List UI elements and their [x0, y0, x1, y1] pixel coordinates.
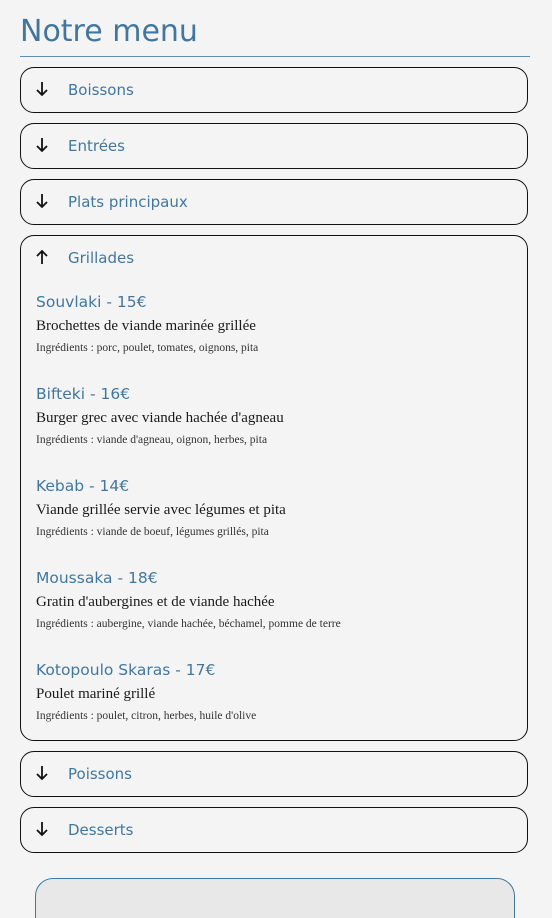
dish-name: Kebab - 14€ — [36, 477, 130, 495]
dish-item: Moussaka - 18€ Gratin d'aubergines et de… — [36, 568, 506, 632]
accordion-label: Grillades — [68, 249, 135, 267]
arrow-up-icon — [36, 249, 48, 264]
arrow-down-icon — [36, 194, 48, 209]
dish-name: Moussaka - 18€ — [36, 569, 158, 587]
dish-description: Burger grec avec viande hachée d'agneau — [36, 410, 284, 426]
accordion-boissons[interactable]: Boissons — [20, 67, 528, 113]
dish-ingredients: Ingrédients : poulet, citron, herbes, hu… — [36, 710, 257, 722]
accordion-label: Desserts — [68, 821, 134, 839]
bottom-card — [35, 878, 515, 918]
accordion-label: Boissons — [68, 81, 134, 99]
accordion-header-grillades[interactable]: Grillades — [21, 236, 527, 280]
accordion-poissons[interactable]: Poissons — [20, 751, 528, 797]
dish-description: Poulet mariné grillé — [36, 686, 156, 702]
dish-name: Souvlaki - 15€ — [36, 293, 147, 311]
accordion-label: Entrées — [68, 137, 125, 155]
accordion-header-boissons[interactable]: Boissons — [21, 68, 527, 112]
page-title: Notre menu — [20, 14, 198, 49]
arrow-down-icon — [36, 82, 48, 97]
accordion-header-entrees[interactable]: Entrées — [21, 124, 527, 168]
accordion-label: Plats principaux — [68, 193, 188, 211]
accordion-entrees[interactable]: Entrées — [20, 123, 528, 169]
arrow-down-icon — [36, 822, 48, 837]
dish-ingredients: Ingrédients : viande de boeuf, légumes g… — [36, 526, 269, 538]
dish-item: Kebab - 14€ Viande grillée servie avec l… — [36, 476, 506, 540]
dish-description: Brochettes de viande marinée grillée — [36, 318, 256, 334]
accordion-header-plats-principaux[interactable]: Plats principaux — [21, 180, 527, 224]
dish-item: Bifteki - 16€ Burger grec avec viande ha… — [36, 384, 506, 448]
accordion-header-poissons[interactable]: Poissons — [21, 752, 527, 796]
dish-name: Bifteki - 16€ — [36, 385, 131, 403]
arrow-down-icon — [36, 138, 48, 153]
accordion-grillades[interactable]: Grillades Souvlaki - 15€ Brochettes de v… — [20, 235, 528, 741]
title-divider — [20, 56, 530, 57]
dish-ingredients: Ingrédients : porc, poulet, tomates, oig… — [36, 342, 259, 354]
dish-ingredients: Ingrédients : viande d'agneau, oignon, h… — [36, 434, 268, 446]
dish-ingredients: Ingrédients : aubergine, viande hachée, … — [36, 618, 341, 630]
dish-description: Gratin d'aubergines et de viande hachée — [36, 594, 275, 610]
dish-item: Kotopoulo Skaras - 17€ Poulet mariné gri… — [36, 660, 506, 724]
accordion-plats-principaux[interactable]: Plats principaux — [20, 179, 528, 225]
accordion-desserts[interactable]: Desserts — [20, 807, 528, 853]
arrow-down-icon — [36, 766, 48, 781]
accordion-header-desserts[interactable]: Desserts — [21, 808, 527, 852]
dish-name: Kotopoulo Skaras - 17€ — [36, 661, 216, 679]
dish-description: Viande grillée servie avec légumes et pi… — [36, 502, 286, 518]
dish-item: Souvlaki - 15€ Brochettes de viande mari… — [36, 292, 506, 356]
accordion-label: Poissons — [68, 765, 132, 783]
